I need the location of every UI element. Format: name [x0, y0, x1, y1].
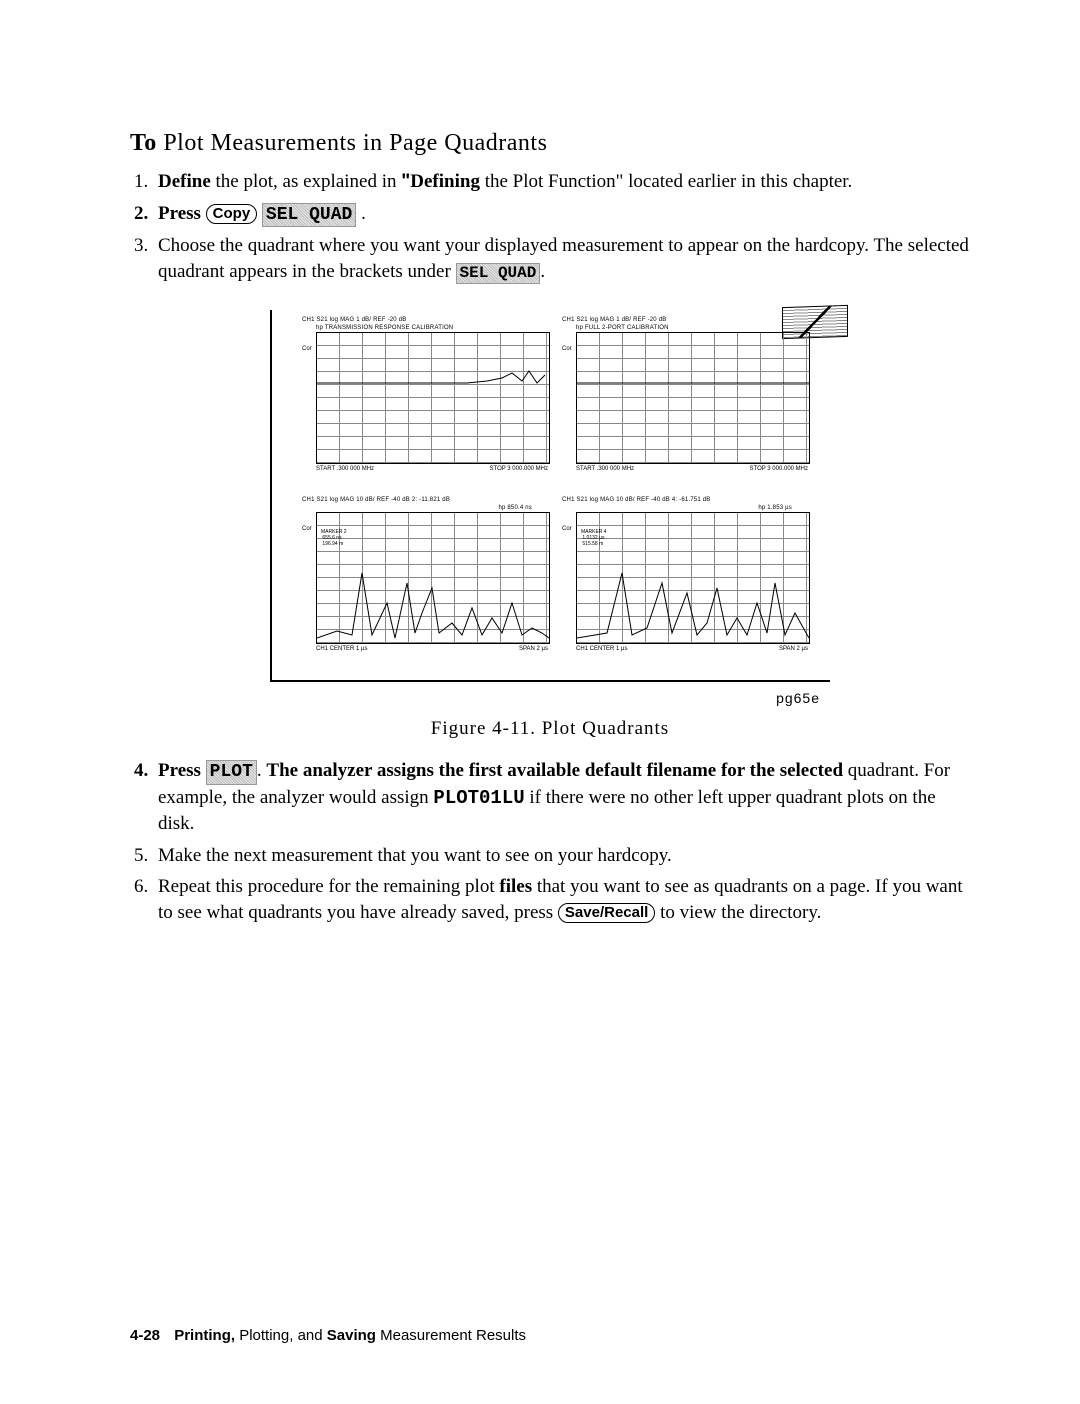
tl-plot	[316, 332, 550, 464]
steps-list: Define the plot, as explained in "Defini…	[130, 169, 970, 284]
tl-title: CH1 S21 log MAG 1 dB/ REF -20 dB	[302, 316, 550, 324]
heading-bold: To	[130, 130, 157, 156]
quadrant-top-right: CH1 S21 log MAG 1 dB/ REF -20 dB hp FULL…	[562, 316, 810, 486]
step2-press: Press	[158, 203, 206, 224]
footer-page-number: 4-28	[130, 1327, 160, 1344]
plot-softkey: PLOT	[206, 760, 257, 784]
sel-quad-softkey: SEL QUAD	[262, 203, 356, 227]
bl-axis: CH1 CENTER 1 µs SPAN 2 µs	[316, 646, 548, 652]
quadrant-bottom-left: CH1 S21 log MAG 10 dB/ REF -40 dB 2: -11…	[302, 496, 550, 666]
step1-quote: "	[401, 171, 410, 192]
tl-cor: Cor	[302, 346, 312, 352]
step4-press: Press	[158, 760, 206, 781]
br-title: CH1 S21 log MAG 10 dB/ REF -40 dB 4: -61…	[562, 496, 810, 504]
tr-axis-l: START .300 000 MHz	[576, 466, 634, 472]
tr-sub: hp FULL 2-PORT CALIBRATION	[576, 324, 810, 332]
tr-axis-r: STOP 3 000.000 MHz	[750, 466, 808, 472]
br-axis: CH1 CENTER 1 µs SPAN 2 µs	[576, 646, 808, 652]
step1-defining: Defining	[410, 171, 480, 192]
bl-plot: MARKER 2 655.6 ns 196.94 m	[316, 512, 550, 644]
br-axis-r: SPAN 2 µs	[779, 646, 808, 652]
step3-text: Choose the quadrant where you want your …	[158, 235, 969, 282]
copy-key: Copy	[206, 204, 258, 224]
tr-trace-icon	[577, 333, 809, 463]
page: To Plot Measurements in Page Quadrants D…	[0, 0, 1080, 1404]
figure-caption: Figure 4-11. Plot Quadrants	[270, 718, 830, 740]
tl-axis-l: START .300 000 MHz	[316, 466, 374, 472]
tl-trace-icon	[317, 333, 549, 463]
step-6: Repeat this procedure for the remaining …	[130, 874, 970, 925]
sel-quad-softkey-2: SEL QUAD	[456, 263, 541, 285]
step6-t3: to view the directory.	[655, 902, 821, 923]
bl-axis-l: CH1 CENTER 1 µs	[316, 646, 367, 652]
step4-filename: PLOT01LU	[433, 787, 524, 809]
footer-t2: Plotting, and	[235, 1327, 327, 1344]
step3-dot: .	[540, 261, 545, 282]
step1-t2: the Plot Function" located earlier in th…	[480, 171, 852, 192]
bl-axis-r: SPAN 2 µs	[519, 646, 548, 652]
figure-code: pg65e	[270, 690, 820, 706]
br-axis-l: CH1 CENTER 1 µs	[576, 646, 627, 652]
bl-sub: hp 850.4 ns	[316, 504, 532, 512]
step2-dot: .	[356, 203, 366, 224]
bl-trace-icon	[317, 513, 549, 643]
br-plot: MARKER 4 1.0132 µs 515.58 m	[576, 512, 810, 644]
br-trace-icon	[577, 513, 809, 643]
tr-cor: Cor	[562, 346, 572, 352]
step5-text: Make the next measurement that you want …	[158, 845, 672, 866]
tr-title: CH1 S21 log MAG 1 dB/ REF -20 dB	[562, 316, 810, 324]
quadrant-bottom-right: CH1 S21 log MAG 10 dB/ REF -40 dB 4: -61…	[562, 496, 810, 666]
bl-title: CH1 S21 log MAG 10 dB/ REF -40 dB 2: -11…	[302, 496, 550, 504]
br-sub: hp 1.853 µs	[576, 504, 792, 512]
save-recall-key: Save/Recall	[558, 903, 655, 923]
footer-t1: Printing,	[174, 1327, 235, 1344]
tr-plot	[576, 332, 810, 464]
step-4: Press PLOT. The analyzer assigns the fir…	[130, 758, 970, 837]
quadrant-top-left: CH1 S21 log MAG 1 dB/ REF -20 dB hp TRAN…	[302, 316, 550, 486]
step4-dot: .	[257, 760, 267, 781]
step-1: Define the plot, as explained in "Defini…	[130, 169, 970, 195]
step1-define: Define	[158, 171, 211, 192]
steps-list-2: Press PLOT. The analyzer assigns the fir…	[130, 758, 970, 926]
figure-area: CH1 S21 log MAG 1 dB/ REF -20 dB hp TRAN…	[270, 310, 830, 740]
step6-t1: Repeat this procedure for the remaining …	[158, 876, 499, 897]
step-5: Make the next measurement that you want …	[130, 843, 970, 869]
footer-t3: Saving	[327, 1327, 376, 1344]
step1-t1: the plot, as explained in	[211, 171, 401, 192]
bl-cor: Cor	[302, 526, 312, 532]
br-cor: Cor	[562, 526, 572, 532]
step-3: Choose the quadrant where you want your …	[130, 233, 970, 284]
footer-t4: Measurement Results	[376, 1327, 526, 1344]
page-footer: 4-28 Printing, Plotting, and Saving Meas…	[130, 1327, 526, 1344]
heading-rest: Plot Measurements in Page Quadrants	[157, 130, 548, 156]
tr-axis: START .300 000 MHz STOP 3 000.000 MHz	[576, 466, 808, 472]
tl-axis-r: STOP 3 000.000 MHz	[490, 466, 548, 472]
tl-axis: START .300 000 MHz STOP 3 000.000 MHz	[316, 466, 548, 472]
figure-frame: CH1 S21 log MAG 1 dB/ REF -20 dB hp TRAN…	[270, 310, 830, 682]
step4-bold: The analyzer assigns the first available…	[266, 760, 843, 781]
section-heading: To Plot Measurements in Page Quadrants	[130, 130, 970, 157]
step-2: Press Copy SEL QUAD .	[130, 201, 970, 227]
step6-files: files	[499, 876, 532, 897]
tl-sub: hp TRANSMISSION RESPONSE CALIBRATION	[316, 324, 550, 332]
